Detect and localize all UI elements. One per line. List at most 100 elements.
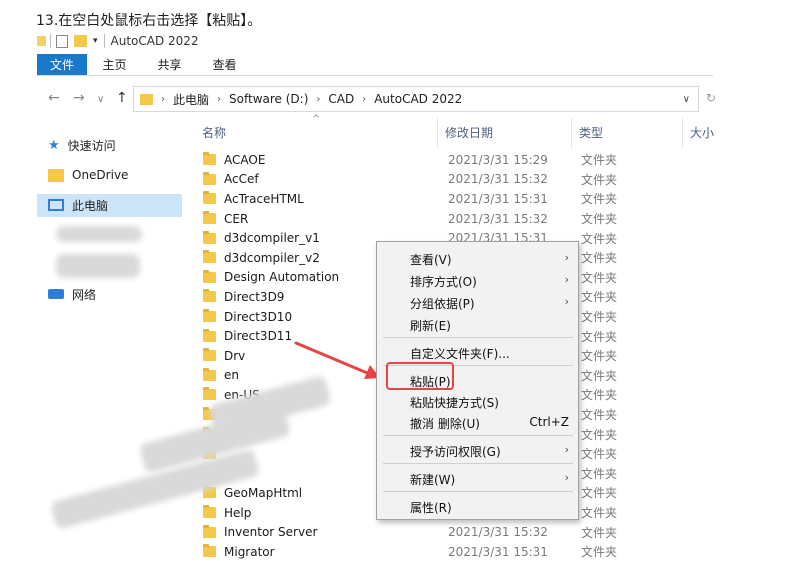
- dropdown-chevron-icon[interactable]: ∨: [683, 94, 690, 105]
- folder-icon: [203, 269, 216, 283]
- file-type: 文件夹: [581, 270, 618, 285]
- customize-arrow-icon[interactable]: ▾: [93, 36, 98, 46]
- breadcrumb-cad[interactable]: CAD: [328, 92, 354, 106]
- chevron-right-icon: ›: [362, 93, 367, 105]
- shortcut-text: Ctrl+Z: [529, 415, 569, 429]
- tab-file[interactable]: 文件: [37, 54, 87, 75]
- folder-icon: [203, 367, 216, 381]
- menu-item-sort[interactable]: 排序方式(O) ›: [410, 273, 575, 290]
- chevron-right-icon: ›: [564, 251, 569, 264]
- breadcrumb-pc[interactable]: 此电脑: [173, 91, 209, 108]
- recent-chevron-icon[interactable]: ∨: [97, 94, 104, 105]
- back-arrow-icon[interactable]: ←: [48, 90, 60, 106]
- ribbon-tabs: 文件 主页 共享 查看: [37, 54, 713, 76]
- paste-highlight-box: [386, 362, 454, 390]
- network-icon: [48, 289, 64, 299]
- folder-icon: [203, 230, 216, 244]
- tab-view[interactable]: 查看: [197, 54, 252, 75]
- instruction-text: 13.在空白处鼠标右击选择【粘贴】。: [36, 13, 262, 29]
- file-type: 文件夹: [581, 545, 618, 560]
- file-date: 2021/3/31 15:32: [448, 211, 548, 226]
- menu-item-refresh[interactable]: 刷新(E): [410, 317, 575, 334]
- file-type: 文件夹: [581, 172, 618, 187]
- file-date: 2021/3/31 15:32: [448, 172, 548, 187]
- folder-icon: [203, 348, 216, 362]
- folder-icon: [203, 211, 216, 225]
- column-date-header[interactable]: 修改日期: [445, 124, 493, 141]
- folder-icon: [203, 524, 216, 538]
- file-type: 文件夹: [581, 466, 618, 481]
- file-type: 文件夹: [581, 192, 618, 207]
- file-type: 文件夹: [581, 212, 618, 227]
- folder-icon: [203, 191, 216, 205]
- folder-icon: [203, 152, 216, 166]
- breadcrumb-drive[interactable]: Software (D:): [229, 92, 308, 106]
- window-title: AutoCAD 2022: [110, 34, 199, 48]
- nav-item-onedrive[interactable]: OneDrive: [48, 164, 128, 186]
- nav-item-network[interactable]: 网络: [48, 283, 96, 305]
- folder-icon: [140, 93, 153, 105]
- menu-item-new[interactable]: 新建(W) ›: [410, 471, 575, 488]
- folder-icon: [203, 544, 216, 558]
- forward-arrow-icon[interactable]: →: [73, 90, 85, 106]
- file-type: 文件夹: [581, 329, 618, 344]
- menu-item-properties[interactable]: 属性(R): [410, 499, 575, 516]
- chevron-right-icon: ›: [564, 273, 569, 286]
- breadcrumb-autocad[interactable]: AutoCAD 2022: [374, 92, 462, 106]
- nav-item-quick-access[interactable]: ★ 快速访问: [48, 134, 116, 156]
- up-arrow-icon[interactable]: ↑: [116, 90, 128, 106]
- blurred-nav-item: [56, 226, 142, 242]
- menu-item-paste-shortcut[interactable]: 粘贴快捷方式(S): [410, 394, 575, 411]
- quick-access-toolbar: ▾ AutoCAD 2022: [37, 32, 199, 50]
- file-name: Inventor Server: [224, 525, 318, 540]
- chevron-right-icon: ›: [316, 93, 321, 105]
- file-row[interactable]: AcCef 2021/3/31 15:32 文件夹: [200, 170, 720, 190]
- file-type: 文件夹: [581, 290, 618, 305]
- file-name: AcTraceHTML: [224, 191, 304, 206]
- folder-icon: [48, 168, 64, 182]
- file-row[interactable]: Inventor Server 2021/3/31 15:32 文件夹: [200, 522, 720, 542]
- folder-icon: [203, 289, 216, 303]
- file-row[interactable]: CER 2021/3/31 15:32 文件夹: [200, 209, 720, 229]
- file-name: CER: [224, 211, 249, 226]
- file-date: 2021/3/31 15:29: [448, 152, 548, 167]
- file-type: 文件夹: [581, 310, 618, 325]
- chevron-right-icon: ›: [161, 93, 165, 105]
- folder-icon: [203, 309, 216, 323]
- address-bar[interactable]: › 此电脑 › Software (D:) › CAD › AutoCAD 20…: [133, 86, 699, 112]
- nav-item-this-pc[interactable]: 此电脑: [48, 194, 108, 216]
- menu-item-customize[interactable]: 自定义文件夹(F)...: [410, 345, 575, 362]
- menu-item-view[interactable]: 查看(V) ›: [410, 251, 575, 268]
- file-row[interactable]: Migrator 2021/3/31 15:31 文件夹: [200, 542, 720, 562]
- folder-icon: [203, 505, 216, 519]
- tab-home[interactable]: 主页: [87, 54, 142, 75]
- file-type: 文件夹: [581, 251, 618, 266]
- blurred-nav-item: [56, 254, 140, 278]
- new-folder-icon[interactable]: [74, 35, 87, 47]
- file-row[interactable]: AcTraceHTML 2021/3/31 15:31 文件夹: [200, 189, 720, 209]
- column-size-header[interactable]: 大小: [690, 124, 714, 141]
- sort-caret-icon: ^: [312, 114, 321, 125]
- file-name: ACAOE: [224, 152, 266, 167]
- file-type: 文件夹: [581, 349, 618, 364]
- chevron-right-icon: ›: [564, 443, 569, 456]
- folder-icon: [203, 387, 216, 401]
- menu-item-undo[interactable]: 撤消 删除(U) Ctrl+Z: [410, 415, 575, 432]
- file-type: 文件夹: [581, 447, 618, 462]
- refresh-icon[interactable]: ↻: [706, 91, 716, 105]
- column-type-header[interactable]: 类型: [579, 124, 603, 141]
- file-type: 文件夹: [581, 408, 618, 423]
- file-row[interactable]: ACAOE 2021/3/31 15:29 文件夹: [200, 150, 720, 170]
- file-date: 2021/3/31 15:32: [448, 525, 548, 540]
- tab-share[interactable]: 共享: [142, 54, 197, 75]
- file-type: 文件夹: [581, 486, 618, 501]
- menu-item-grant-access[interactable]: 授予访问权限(G) ›: [410, 443, 575, 460]
- red-arrow-icon: [294, 341, 380, 379]
- properties-icon[interactable]: [56, 34, 68, 48]
- column-name-header[interactable]: 名称: [202, 124, 226, 141]
- chevron-right-icon: ›: [564, 295, 569, 308]
- file-name: Migrator: [224, 544, 275, 559]
- menu-item-group[interactable]: 分组依据(P) ›: [410, 295, 575, 312]
- file-type: 文件夹: [581, 153, 618, 168]
- file-date: 2021/3/31 15:31: [448, 191, 548, 206]
